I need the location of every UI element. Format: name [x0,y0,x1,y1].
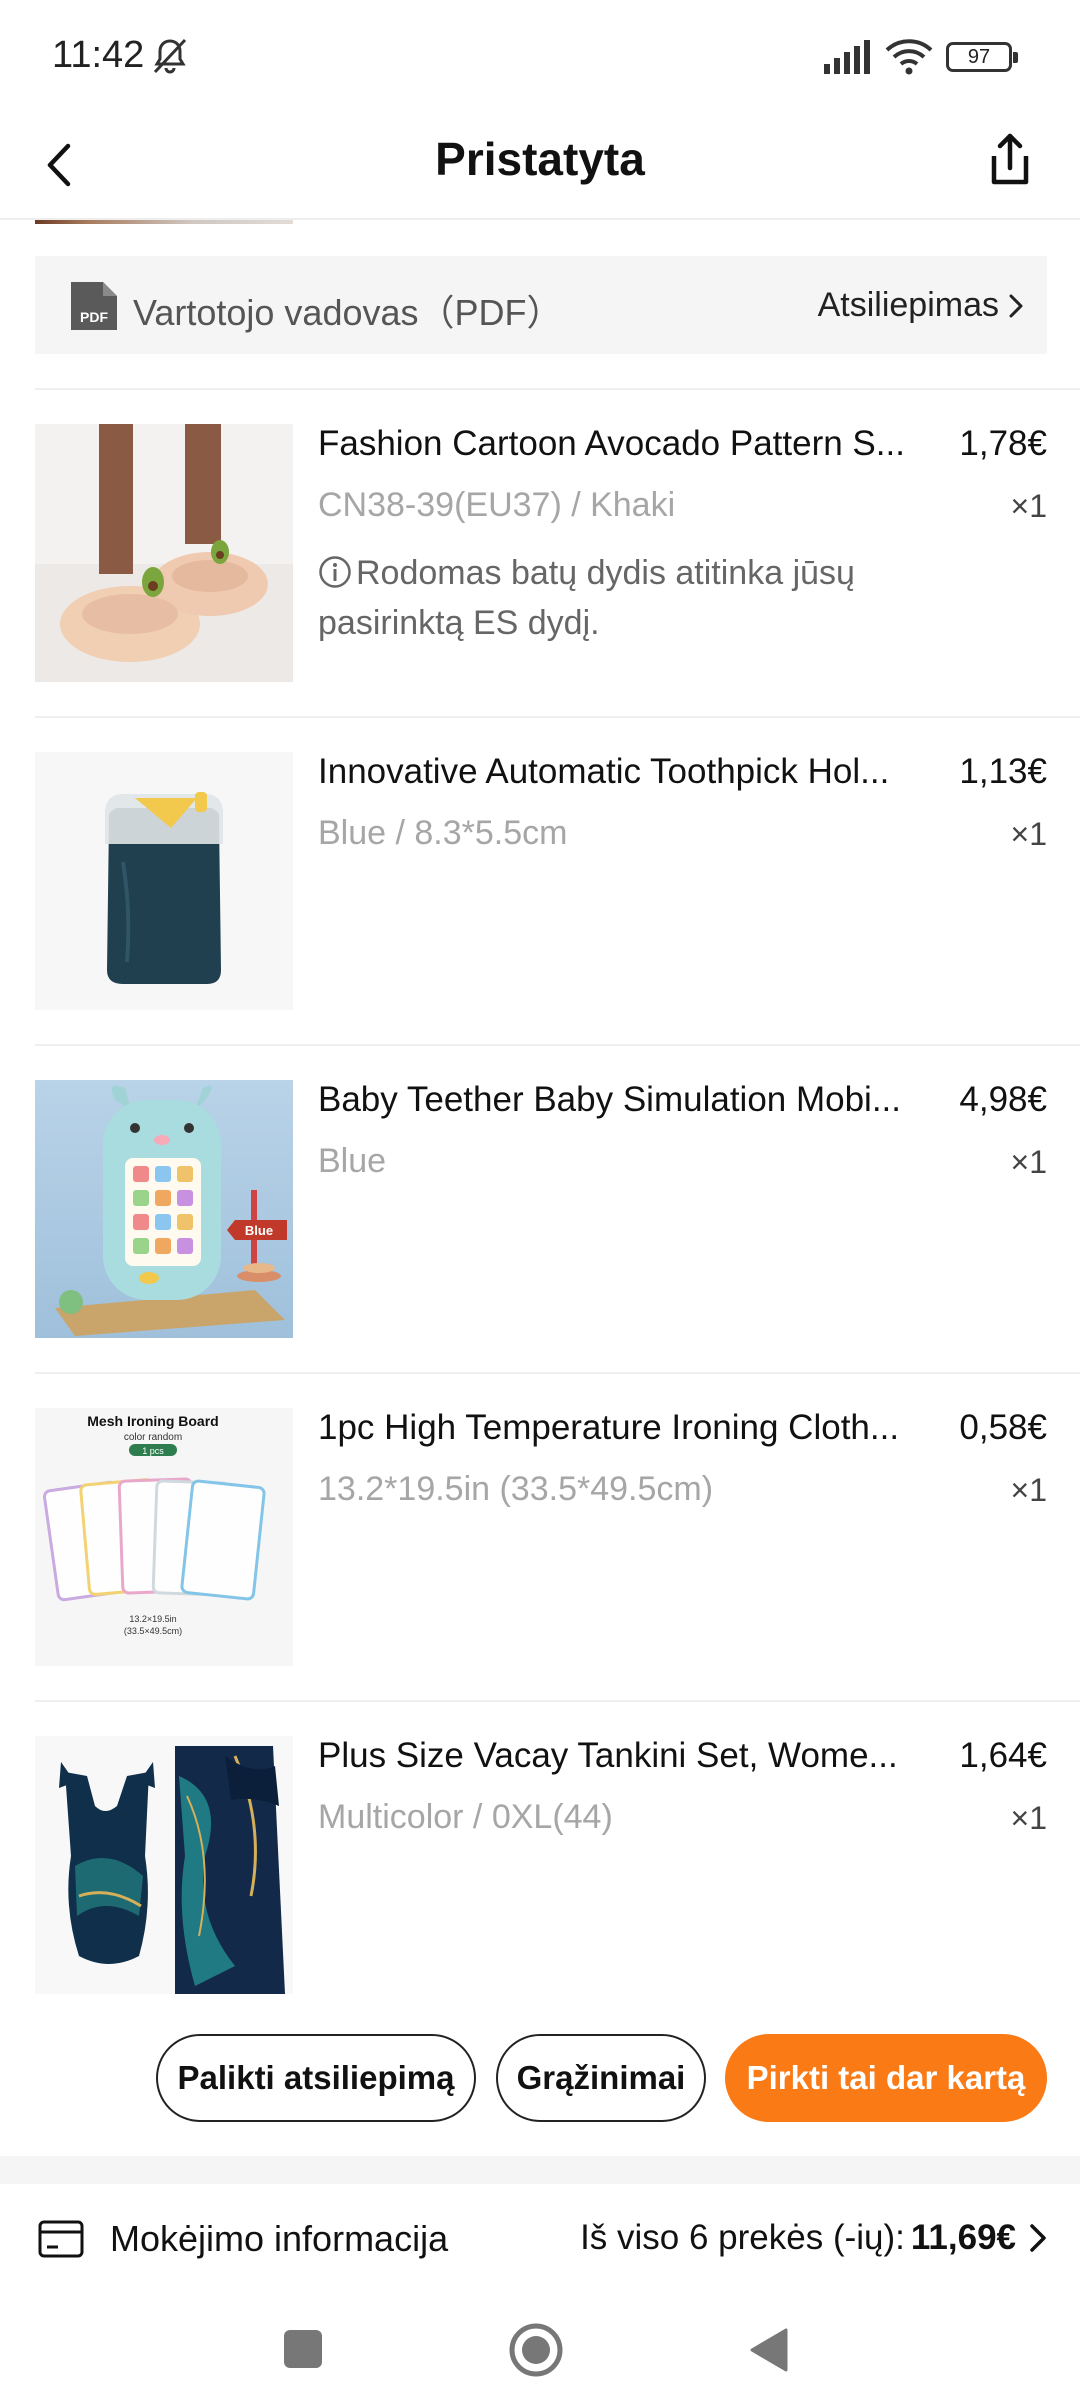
pdf-badge-text: PDF [80,309,108,325]
divider [35,1700,1080,1702]
order-item[interactable]: Innovative Automatic Toothpick Hol... 1,… [0,752,1080,1012]
total-label: Iš viso 6 prekės (-ių): [580,2218,905,2257]
header: Pristatyta [0,110,1080,220]
payment-info-row[interactable]: Mokėjimo informacija Iš viso 6 prekės (-… [0,2184,1080,2296]
pdf-file-icon: PDF [71,282,117,330]
item-quantity: ×1 [1010,488,1047,524]
divider [35,388,1080,390]
item-price: 0,58€ [959,1408,1047,1447]
image-badge: 1 pcs [142,1446,164,1456]
info-icon [319,556,351,588]
product-image-toothpick-holder[interactable] [35,752,293,1010]
status-time: 11:42 [52,34,145,76]
item-quantity: ×1 [1010,1144,1047,1180]
section-separator [0,2156,1080,2184]
chevron-right-icon [1030,2224,1046,2252]
wifi-icon [885,39,933,75]
divider [35,1372,1080,1374]
image-size-cm: (33.5×49.5cm) [124,1626,182,1636]
recent-apps-icon[interactable] [284,2330,322,2368]
order-item[interactable]: Mesh Ironing Board color random 1 pcs 13… [0,1408,1080,1668]
product-image-baby-teether[interactable]: Blue [35,1080,293,1338]
divider [35,1044,1080,1046]
product-image-ironing-cloth[interactable]: Mesh Ironing Board color random 1 pcs 13… [35,1408,293,1666]
item-variant: Blue [318,1142,387,1180]
credit-card-icon [38,2220,84,2258]
item-quantity: ×1 [1010,816,1047,852]
item-title[interactable]: 1pc High Temperature Ironing Cloth... [318,1408,933,1448]
item-variant: Multicolor / 0XL(44) [318,1798,613,1836]
leave-review-button[interactable]: Palikti atsiliepimą [156,2034,476,2122]
order-item[interactable]: Fashion Cartoon Avocado Pattern S... 1,7… [0,424,1080,684]
system-navigation-bar [0,2296,1080,2400]
item-quantity: ×1 [1010,1800,1047,1836]
divider [35,716,1080,718]
image-blue-label: Blue [245,1223,273,1238]
feedback-link[interactable]: Atsiliepimas [818,286,1025,325]
chevron-right-icon [1009,294,1023,317]
share-icon[interactable] [980,126,1040,196]
item-title[interactable]: Fashion Cartoon Avocado Pattern S... [318,424,933,464]
home-icon[interactable] [508,2322,564,2378]
item-variant: CN38-39(EU37) / Khaki [318,486,676,524]
item-quantity: ×1 [1010,1472,1047,1508]
item-price: 4,98€ [959,1080,1047,1119]
system-back-icon[interactable] [746,2326,790,2374]
item-price: 1,78€ [959,424,1047,463]
item-title[interactable]: Baby Teether Baby Simulation Mobi... [318,1080,933,1120]
battery-icon: 97 [946,42,1018,72]
feedback-link-label: Atsiliepimas [817,286,999,324]
user-manual-label: Vartotojo vadovas（PDF） [133,292,563,333]
order-total[interactable]: Iš viso 6 prekės (-ių): 11,69€ [580,2218,1048,2258]
returns-button[interactable]: Grąžinimai [496,2034,706,2122]
size-note: Rodomas batų dydis atitinka jūsų pasirin… [318,548,968,648]
signal-icon [824,40,870,74]
product-image-tankini[interactable] [35,1736,293,1994]
previous-item-thumbnail-edge [35,220,293,224]
order-item[interactable]: Plus Size Vacay Tankini Set, Wome... 1,6… [0,1736,1080,1996]
payment-info-label: Mokėjimo informacija [110,2218,449,2259]
total-amount: 11,69€ [910,2218,1016,2257]
order-item[interactable]: Blue Baby Teether Baby Simulation Mobi..… [0,1080,1080,1340]
buy-again-button[interactable]: Pirkti tai dar kartą [725,2034,1047,2122]
bell-muted-icon [153,38,187,74]
item-variant: Blue / 8.3*5.5cm [318,814,568,852]
size-note-text: Rodomas batų dydis atitinka jūsų pasirin… [318,554,855,642]
item-variant: 13.2*19.5in (33.5*49.5cm) [318,1470,714,1508]
item-price: 1,13€ [959,752,1047,791]
page-title: Pristatyta [435,133,645,185]
battery-level: 97 [967,46,991,68]
product-image-slippers[interactable] [35,424,293,682]
item-title[interactable]: Innovative Automatic Toothpick Hol... [318,752,933,792]
image-size-inches: 13.2×19.5in [129,1614,176,1624]
image-title: Mesh Ironing Board [87,1413,218,1429]
image-subtitle: color random [124,1432,182,1443]
user-manual-row[interactable]: PDF Vartotojo vadovas（PDF） Atsiliepimas [35,256,1047,354]
item-title[interactable]: Plus Size Vacay Tankini Set, Wome... [318,1736,933,1776]
status-bar: 11:42 97 [0,0,1080,110]
item-price: 1,64€ [959,1736,1047,1775]
